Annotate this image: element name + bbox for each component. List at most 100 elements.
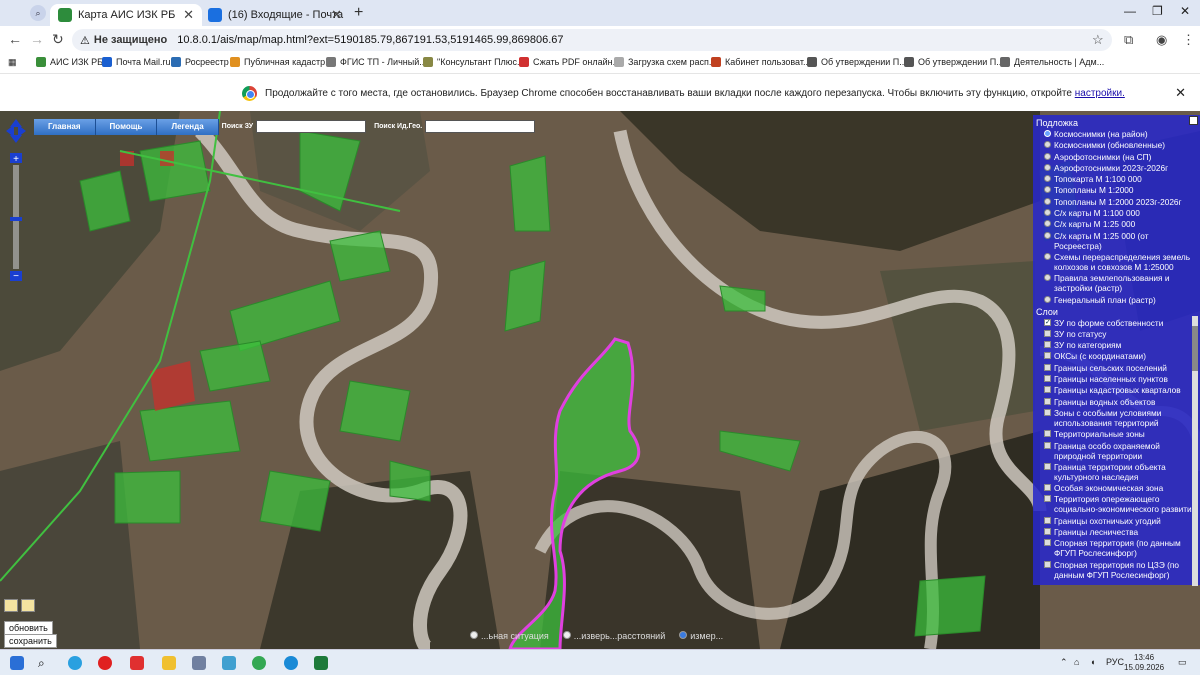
layer-option[interactable]: Спорная территория по ЦЗЭ (по данным ФГУ… bbox=[1036, 560, 1197, 580]
notifications-icon[interactable]: ▭ bbox=[1178, 657, 1187, 668]
telegram-icon[interactable] bbox=[68, 656, 82, 670]
bookmark-item[interactable]: "Консультант Плюс... bbox=[423, 57, 525, 67]
checkbox-icon[interactable] bbox=[1044, 397, 1051, 405]
refresh-button[interactable]: обновить bbox=[4, 621, 53, 635]
basemap-option[interactable]: С/х карты М 1:25 000 bbox=[1036, 219, 1197, 229]
apps-icon[interactable]: ▦ bbox=[8, 57, 17, 68]
close-window-icon[interactable]: ✕ bbox=[1180, 4, 1190, 18]
home-button[interactable]: Главная bbox=[34, 119, 96, 135]
settings-link[interactable]: настройки. bbox=[1075, 88, 1125, 99]
basemap-option[interactable]: Космоснимки (на район) bbox=[1036, 129, 1197, 139]
bookmark-item[interactable]: Публичная кадастр... bbox=[230, 57, 333, 67]
bookmark-item[interactable]: Деятельность | Адм... bbox=[1000, 57, 1104, 67]
basemap-option[interactable]: Топокарта М 1:100 000 bbox=[1036, 174, 1197, 184]
bookmark-item[interactable]: Об утверждении П... bbox=[904, 57, 1004, 67]
basemap-option[interactable]: Топопланы М 1:2000 bbox=[1036, 185, 1197, 195]
hand-icon[interactable] bbox=[21, 599, 35, 612]
layer-option[interactable]: Границы лесничества bbox=[1036, 527, 1197, 537]
search-icon[interactable]: ⌕ bbox=[38, 656, 52, 670]
basemap-option[interactable]: С/х карты М 1:25 000 (от Росреестра) bbox=[1036, 231, 1197, 251]
app-icon[interactable] bbox=[98, 656, 112, 670]
bookmark-item[interactable]: ФГИС ТП - Личный... bbox=[326, 57, 427, 67]
bookmark-item[interactable]: Кабинет пользоват... bbox=[711, 57, 811, 67]
checkbox-icon[interactable] bbox=[1044, 539, 1051, 547]
back-icon[interactable]: ← bbox=[8, 31, 22, 47]
url-text[interactable]: 10.8.0.1/ais/map/map.html?ext=5190185.79… bbox=[177, 34, 563, 46]
bookmark-item[interactable]: Загрузка схем расп... bbox=[614, 57, 716, 67]
layer-option[interactable]: Границы водных объектов bbox=[1036, 397, 1197, 407]
radio-icon[interactable] bbox=[1044, 152, 1051, 160]
mode-radio[interactable]: ...ьная ситуация bbox=[470, 631, 549, 641]
radio-icon[interactable] bbox=[1044, 130, 1051, 137]
ruler-icon[interactable] bbox=[4, 599, 18, 612]
layer-option[interactable]: Особая экономическая зона bbox=[1036, 483, 1197, 493]
checkbox-icon[interactable] bbox=[1044, 528, 1051, 536]
app-icon[interactable] bbox=[192, 656, 206, 670]
checkbox-icon[interactable] bbox=[1044, 341, 1051, 349]
tray-chevron-icon[interactable]: ⌃ bbox=[1060, 657, 1068, 668]
radio-icon[interactable] bbox=[1044, 220, 1051, 228]
minimize-panel-icon[interactable] bbox=[1189, 116, 1198, 125]
layer-option[interactable]: Граница территории объекта культурного н… bbox=[1036, 462, 1197, 482]
mode-radio[interactable]: ...изверь...расстояний bbox=[562, 631, 665, 641]
radio-icon[interactable] bbox=[1044, 163, 1051, 171]
checkbox-icon[interactable] bbox=[1044, 516, 1051, 524]
basemap-option[interactable]: Космоснимки (обновленные) bbox=[1036, 140, 1197, 150]
layer-option[interactable]: Границы сельских поселений bbox=[1036, 363, 1197, 373]
basemap-option[interactable]: Генеральный план (растр) bbox=[1036, 295, 1197, 305]
edge-icon[interactable] bbox=[284, 656, 298, 670]
tab-search-icon[interactable]: ⌕ bbox=[30, 5, 46, 21]
basemap-option[interactable]: Топопланы М 1:2000 2023г-2026г bbox=[1036, 197, 1197, 207]
bookmark-star-icon[interactable]: ☆ bbox=[1092, 32, 1104, 48]
basemap-option[interactable]: Аэрофотоснимки 2023г-2026г bbox=[1036, 163, 1197, 173]
minimize-icon[interactable]: — bbox=[1124, 4, 1136, 18]
radio-icon[interactable] bbox=[1044, 231, 1051, 239]
radio-icon[interactable] bbox=[1044, 295, 1051, 303]
close-infobar-icon[interactable]: ✕ bbox=[1175, 85, 1186, 101]
extensions-icon[interactable]: ⧉ bbox=[1124, 32, 1133, 48]
checkbox-icon[interactable] bbox=[1044, 441, 1051, 449]
tab-mail[interactable]: (16) Входящие - Почта ✕ bbox=[200, 4, 350, 26]
basemap-option[interactable]: Схемы перераспределения земель колхозов … bbox=[1036, 252, 1197, 272]
scroll-thumb[interactable] bbox=[1192, 326, 1198, 371]
profile-icon[interactable]: ◉ bbox=[1156, 32, 1167, 48]
chrome-icon[interactable] bbox=[252, 656, 266, 670]
help-button[interactable]: Помощь bbox=[95, 119, 158, 135]
radio-icon[interactable] bbox=[1044, 252, 1051, 260]
close-tab-icon[interactable]: ✕ bbox=[331, 7, 342, 23]
checkbox-icon[interactable] bbox=[1044, 484, 1051, 492]
menu-icon[interactable]: ⋮ bbox=[1182, 32, 1195, 48]
language-indicator[interactable]: РУС bbox=[1106, 657, 1124, 667]
zoom-slider[interactable]: + − bbox=[6, 119, 26, 289]
layer-option[interactable]: Границы населенных пунктов bbox=[1036, 374, 1197, 384]
layer-option[interactable]: Границы охотничьих угодий bbox=[1036, 516, 1197, 526]
volume-icon[interactable]: ◖ bbox=[1090, 657, 1095, 667]
layer-option[interactable]: ✓ ЗУ по форме собственности bbox=[1036, 318, 1197, 328]
map-view[interactable]: + − Главная Помощь Легенда Поиск ЗУ Поис… bbox=[0, 111, 1200, 649]
bookmark-item[interactable]: Росреестр bbox=[171, 57, 229, 67]
layer-option[interactable]: Спорная территория (по данным ФГУП Росле… bbox=[1036, 538, 1197, 558]
radio-icon[interactable] bbox=[1044, 274, 1051, 282]
bookmark-item[interactable]: Почта Mail.ru bbox=[102, 57, 171, 67]
radio-icon[interactable] bbox=[1044, 141, 1051, 149]
save-button[interactable]: сохранить bbox=[4, 634, 57, 648]
address-bar[interactable]: ⚠ Не защищено 10.8.0.1/ais/map/map.html?… bbox=[72, 29, 1112, 51]
layer-option[interactable]: ЗУ по статусу bbox=[1036, 329, 1197, 339]
new-tab-icon[interactable]: + bbox=[354, 4, 363, 22]
layer-option[interactable]: Территориальные зоны bbox=[1036, 429, 1197, 439]
bookmark-item[interactable]: Сжать PDF онлайн... bbox=[519, 57, 620, 67]
checkbox-icon[interactable] bbox=[1044, 352, 1051, 360]
search-id-input[interactable] bbox=[425, 120, 536, 133]
checkbox-icon[interactable] bbox=[1044, 386, 1051, 394]
search-zu-input[interactable] bbox=[256, 120, 367, 133]
layer-option[interactable]: Границы кадастровых кварталов bbox=[1036, 385, 1197, 395]
panel-scrollbar[interactable] bbox=[1192, 316, 1198, 586]
checkbox-icon[interactable] bbox=[1044, 408, 1051, 416]
checkbox-icon[interactable] bbox=[1044, 430, 1051, 438]
basemap-option[interactable]: С/х карты М 1:100 000 bbox=[1036, 208, 1197, 218]
checkbox-icon[interactable] bbox=[1044, 462, 1051, 470]
yandex-icon[interactable] bbox=[130, 656, 144, 670]
app-icon[interactable] bbox=[222, 656, 236, 670]
basemap-option[interactable]: Аэрофотоснимки (на СП) bbox=[1036, 152, 1197, 162]
checkbox-icon[interactable]: ✓ bbox=[1044, 318, 1051, 326]
